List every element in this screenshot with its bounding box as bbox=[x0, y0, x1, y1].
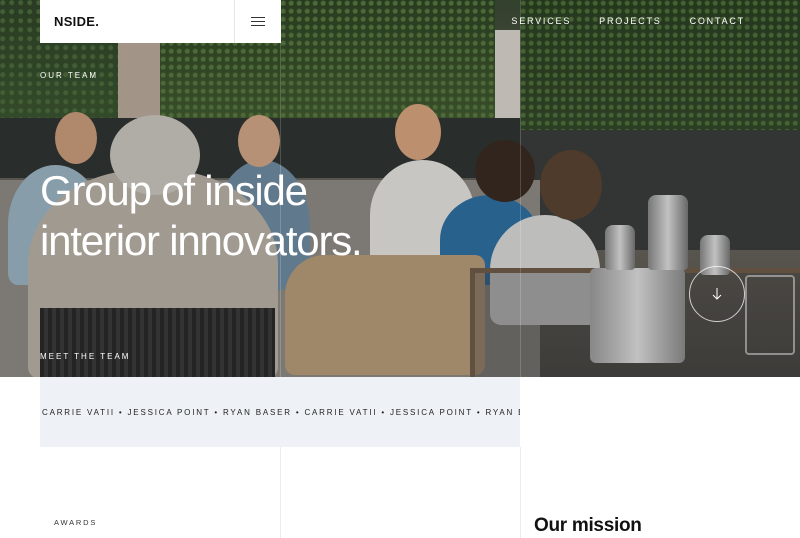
hero-title-line2: interior innovators. bbox=[40, 217, 363, 264]
nav-services[interactable]: SERVICES bbox=[511, 16, 571, 26]
menu-button[interactable] bbox=[234, 0, 281, 43]
nav-contact[interactable]: CONTACT bbox=[690, 16, 745, 26]
hero-title-line1: Group of inside bbox=[40, 167, 308, 214]
hero-title: Group of inside interior innovators. bbox=[40, 166, 460, 266]
logo[interactable]: NSIDE. bbox=[40, 14, 234, 29]
team-names-ticker: CARRIE VATII • JESSICA POINT • RYAN BASE… bbox=[40, 377, 520, 447]
grid-line bbox=[520, 0, 521, 377]
mission-title: Our mission bbox=[534, 515, 642, 536]
awards-label: AWARDS bbox=[54, 518, 98, 527]
hero-eyebrow: OUR TEAM bbox=[40, 71, 99, 80]
arrow-down-icon bbox=[712, 288, 722, 300]
main-nav: SERVICES PROJECTS CONTACT bbox=[511, 16, 745, 26]
divider bbox=[520, 447, 521, 538]
divider bbox=[280, 447, 281, 538]
meet-the-team-label: MEET THE TEAM bbox=[40, 352, 131, 361]
ticker-text: CARRIE VATII • JESSICA POINT • RYAN BASE… bbox=[42, 407, 520, 417]
scroll-down-button[interactable] bbox=[689, 266, 745, 322]
logo-bar: NSIDE. bbox=[40, 0, 281, 43]
hamburger-icon bbox=[251, 17, 265, 26]
nav-projects[interactable]: PROJECTS bbox=[599, 16, 661, 26]
